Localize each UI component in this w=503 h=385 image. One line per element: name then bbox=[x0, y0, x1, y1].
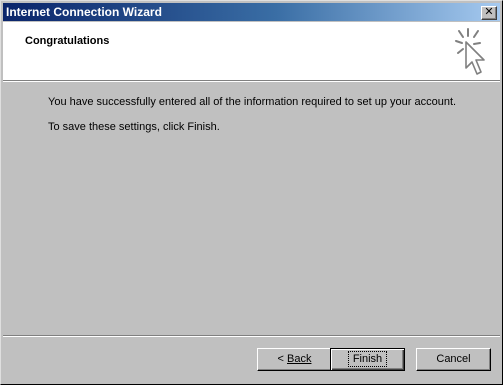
close-icon: ✕ bbox=[484, 6, 494, 18]
finish-label: Finish bbox=[347, 351, 388, 367]
wizard-window: Internet Connection Wizard ✕ Congratulat… bbox=[0, 0, 503, 385]
success-message: You have successfully entered all of the… bbox=[48, 96, 457, 108]
title-bar[interactable]: Internet Connection Wizard ✕ bbox=[3, 3, 500, 21]
cancel-button[interactable]: Cancel bbox=[416, 348, 491, 371]
window-title: Internet Connection Wizard bbox=[6, 5, 162, 19]
instruction-message: To save these settings, click Finish. bbox=[48, 121, 220, 133]
wizard-cursor-sparkle-icon bbox=[455, 28, 485, 75]
cancel-label: Cancel bbox=[436, 353, 471, 365]
header-divider bbox=[3, 80, 500, 82]
back-label: Back bbox=[287, 353, 312, 365]
back-button[interactable]: < Back bbox=[257, 348, 332, 371]
back-prefix: < bbox=[277, 353, 287, 365]
page-title: Congratulations bbox=[25, 35, 110, 47]
wizard-header: Congratulations bbox=[3, 22, 500, 80]
finish-button[interactable]: Finish bbox=[330, 348, 405, 371]
close-button[interactable]: ✕ bbox=[481, 6, 497, 20]
footer-divider bbox=[3, 335, 500, 337]
